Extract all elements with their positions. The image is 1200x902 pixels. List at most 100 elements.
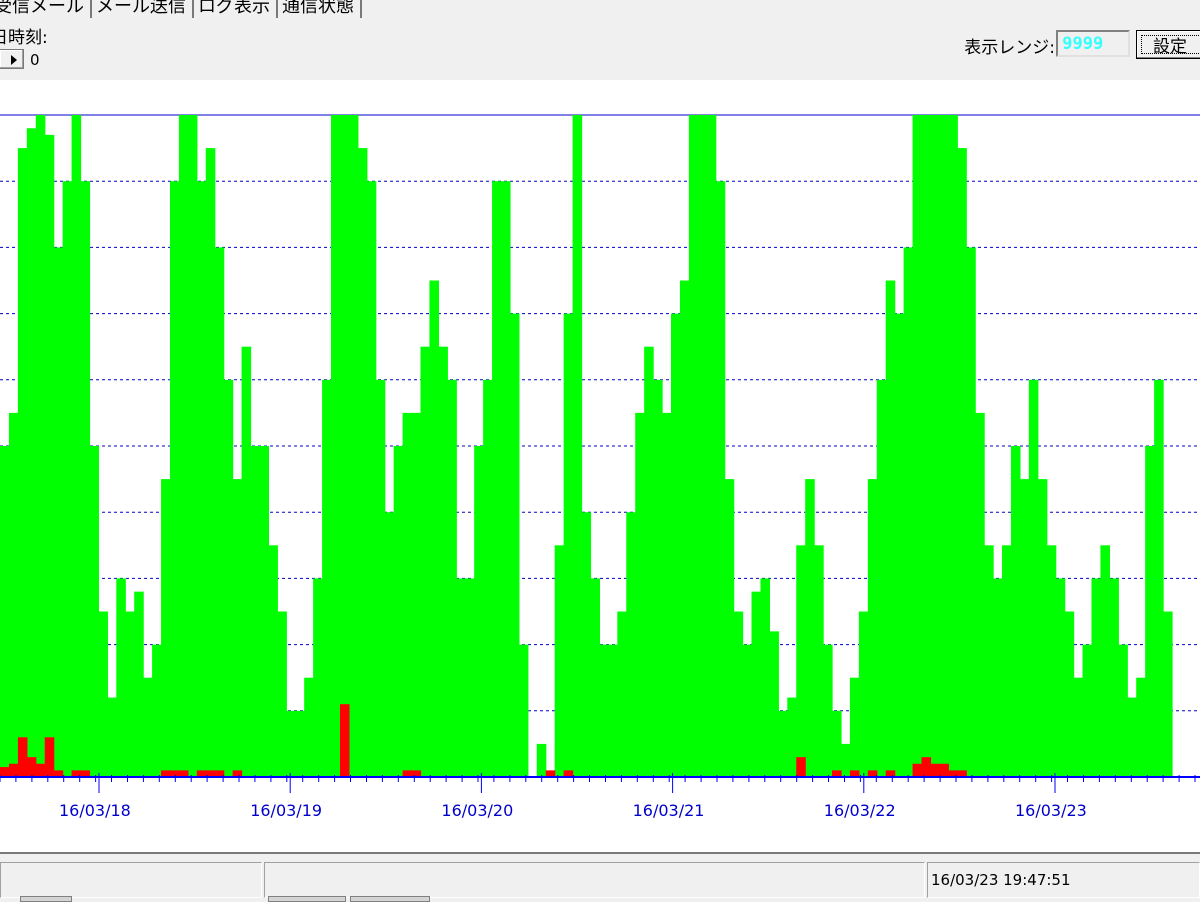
error-bar bbox=[912, 763, 923, 777]
traffic-bar bbox=[984, 545, 994, 777]
error-bar bbox=[44, 737, 55, 777]
taskbar-button[interactable] bbox=[268, 896, 346, 902]
x-axis-tick-label: 16/03/21 bbox=[633, 801, 705, 820]
traffic-bar bbox=[975, 412, 985, 777]
tab-received-mail[interactable]: 受信メール bbox=[0, 0, 92, 18]
traffic-bar bbox=[331, 115, 341, 777]
traffic-bar bbox=[670, 313, 681, 777]
traffic-bar bbox=[393, 446, 404, 777]
traffic-bar bbox=[223, 379, 234, 777]
traffic-bar bbox=[44, 134, 55, 778]
taskbar-button[interactable] bbox=[350, 896, 430, 902]
traffic-bar bbox=[653, 379, 663, 777]
traffic-bar bbox=[1019, 479, 1030, 777]
traffic-bar bbox=[509, 313, 520, 777]
traffic-bar bbox=[456, 578, 466, 777]
traffic-bar bbox=[724, 479, 735, 777]
tab-bar: 受信メール メール送信 ログ表示 通信状態 bbox=[0, 0, 362, 18]
tab-connection-status[interactable]: 通信状態 bbox=[278, 0, 362, 18]
traffic-bar bbox=[241, 346, 252, 777]
error-bar bbox=[0, 767, 10, 777]
traffic-bar bbox=[420, 346, 431, 777]
traffic-bar bbox=[375, 379, 386, 777]
traffic-bar bbox=[125, 611, 135, 777]
traffic-bar bbox=[885, 280, 896, 777]
traffic-bar bbox=[742, 644, 753, 777]
traffic-bar bbox=[26, 128, 37, 778]
traffic-bar bbox=[1118, 644, 1128, 777]
traffic-bar bbox=[1055, 578, 1066, 777]
traffic-bar bbox=[993, 578, 1003, 777]
error-bar bbox=[17, 737, 28, 777]
traffic-bar bbox=[554, 545, 565, 777]
traffic-chart: 16/03/18 16/03/19 16/03/20 16/03/21 16/03/22… bbox=[0, 80, 1200, 852]
traffic-bar bbox=[617, 611, 627, 777]
traffic-bar bbox=[89, 446, 100, 777]
error-bar bbox=[35, 763, 46, 777]
traffic-bar bbox=[152, 644, 162, 777]
traffic-bar bbox=[805, 479, 815, 777]
taskbar-button[interactable] bbox=[20, 896, 72, 902]
status-datetime: 16/03/23 19:47:51 bbox=[931, 871, 1071, 889]
error-bar bbox=[939, 763, 949, 777]
traffic-bar bbox=[894, 313, 905, 777]
traffic-bar bbox=[1127, 697, 1137, 777]
traffic-bar bbox=[1109, 578, 1119, 777]
traffic-bar bbox=[277, 611, 287, 777]
traffic-bar bbox=[438, 346, 448, 777]
error-bar bbox=[8, 763, 19, 777]
traffic-bar bbox=[501, 181, 511, 777]
traffic-bar bbox=[572, 115, 583, 777]
traffic-bar bbox=[823, 644, 833, 777]
traffic-bar bbox=[492, 181, 502, 777]
traffic-bar bbox=[1046, 545, 1057, 777]
traffic-bar bbox=[402, 412, 413, 777]
traffic-bar bbox=[688, 115, 699, 777]
traffic-bar bbox=[250, 446, 261, 777]
status-panel-left bbox=[0, 862, 262, 898]
traffic-bar bbox=[268, 545, 278, 777]
traffic-bar bbox=[1163, 611, 1173, 777]
traffic-bar bbox=[35, 115, 46, 777]
traffic-bar bbox=[867, 479, 878, 777]
traffic-bar bbox=[1028, 379, 1039, 777]
traffic-bar bbox=[1136, 677, 1146, 777]
error-bar bbox=[921, 757, 932, 777]
time-stepper-button[interactable] bbox=[0, 49, 24, 69]
traffic-bar bbox=[921, 115, 932, 777]
traffic-bar bbox=[357, 148, 368, 778]
traffic-bar bbox=[1002, 545, 1012, 777]
status-panel-middle bbox=[264, 862, 925, 898]
traffic-bar bbox=[1100, 545, 1110, 777]
traffic-bar bbox=[465, 578, 475, 777]
x-axis-tick-label: 16/03/20 bbox=[441, 801, 513, 820]
traffic-bar bbox=[849, 677, 860, 777]
traffic-bar bbox=[787, 697, 797, 777]
traffic-bar bbox=[939, 115, 949, 777]
traffic-bar bbox=[858, 611, 869, 777]
traffic-bar bbox=[134, 591, 144, 777]
traffic-bar bbox=[286, 710, 296, 777]
display-range-label: 表示レンジ: bbox=[964, 38, 1055, 58]
tab-log-view[interactable]: ログ表示 bbox=[194, 0, 278, 18]
traffic-bar bbox=[62, 181, 73, 777]
datetime-label: 日時刻: bbox=[0, 28, 48, 48]
traffic-bar bbox=[876, 379, 887, 777]
tab-send-mail[interactable]: メール送信 bbox=[92, 0, 194, 18]
traffic-bar bbox=[778, 710, 788, 777]
traffic-bar bbox=[679, 280, 690, 777]
traffic-bar bbox=[71, 115, 82, 777]
traffic-bar bbox=[348, 115, 359, 777]
traffic-bar bbox=[966, 247, 976, 777]
traffic-bar bbox=[447, 379, 457, 777]
traffic-bar bbox=[1145, 446, 1155, 777]
set-button[interactable]: 設定 bbox=[1136, 30, 1200, 59]
error-bar bbox=[339, 704, 350, 777]
display-range-input[interactable] bbox=[1056, 30, 1130, 57]
traffic-bar bbox=[518, 644, 529, 777]
traffic-bar bbox=[53, 247, 64, 777]
traffic-bar bbox=[840, 743, 851, 777]
error-bar bbox=[930, 763, 940, 777]
x-axis-tick-label: 16/03/23 bbox=[1015, 801, 1087, 820]
traffic-bar bbox=[8, 412, 19, 777]
